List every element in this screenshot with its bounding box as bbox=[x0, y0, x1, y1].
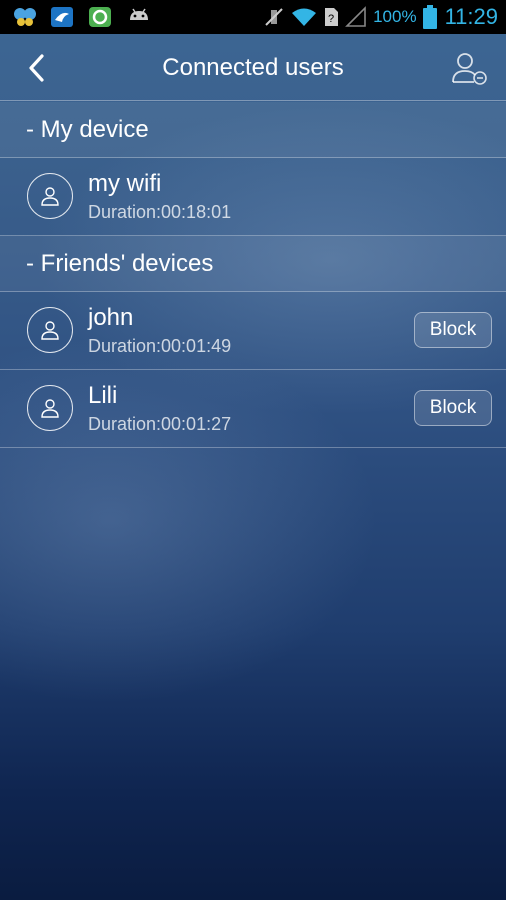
user-icon bbox=[41, 187, 59, 206]
block-button[interactable]: Block bbox=[414, 312, 492, 348]
system-icons: ? 100% 11:29 bbox=[263, 4, 498, 30]
user-icon bbox=[41, 321, 59, 340]
sim-unknown-icon: ? bbox=[325, 8, 339, 26]
clock: 11:29 bbox=[444, 4, 498, 29]
user-menu-button[interactable] bbox=[450, 50, 488, 86]
android-icon bbox=[126, 6, 152, 28]
page-title: Connected users bbox=[162, 54, 344, 81]
device-duration: Duration:00:18:01 bbox=[88, 202, 232, 222]
device-duration: Duration:00:01:49 bbox=[88, 336, 232, 356]
mute-icon bbox=[265, 8, 283, 26]
user-icon bbox=[41, 399, 59, 418]
title-bar: Connected users bbox=[0, 34, 506, 101]
avatar bbox=[27, 307, 73, 353]
bird-app-icon bbox=[50, 6, 76, 28]
avatar bbox=[27, 385, 73, 431]
battery-percent: 100% bbox=[373, 7, 417, 26]
block-button[interactable]: Block bbox=[414, 390, 492, 426]
butterfly-app-icon bbox=[12, 6, 38, 28]
section-header-friends-devices: - Friends' devices bbox=[0, 236, 506, 292]
circle-app-icon bbox=[88, 6, 114, 28]
svg-text:?: ? bbox=[328, 13, 334, 25]
avatar bbox=[27, 173, 73, 219]
device-name: my wifi bbox=[88, 170, 162, 197]
device-duration: Duration:00:01:27 bbox=[88, 414, 232, 434]
signal-icon bbox=[345, 6, 366, 27]
list-item: john Duration:00:01:49 Block bbox=[0, 292, 506, 370]
wifi-icon bbox=[292, 8, 317, 26]
device-name: john bbox=[88, 304, 134, 331]
list-item: Lili Duration:00:01:27 Block bbox=[0, 370, 506, 448]
user-minus-icon bbox=[452, 53, 487, 85]
list-item: my wifi Duration:00:18:01 bbox=[0, 158, 506, 236]
battery-icon bbox=[422, 5, 437, 29]
status-bar: ? 100% 11:29 bbox=[0, 0, 506, 34]
notification-icons bbox=[12, 6, 152, 28]
device-name: Lili bbox=[88, 382, 118, 409]
section-header-my-device: - My device bbox=[0, 102, 506, 158]
